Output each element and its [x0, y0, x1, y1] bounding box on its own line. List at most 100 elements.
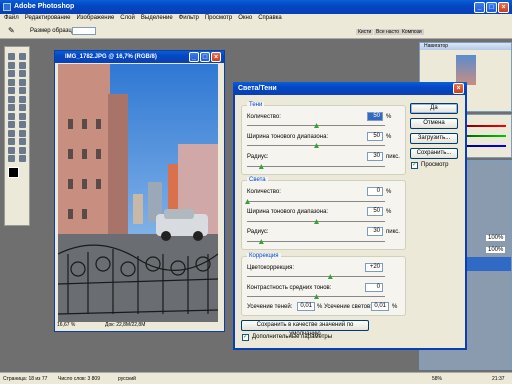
- highlights-group-title: Света: [247, 177, 268, 183]
- color-correction-field[interactable]: +20: [365, 263, 383, 272]
- zoom-readout[interactable]: 16,67 %: [57, 322, 75, 328]
- palette-tab-brushes[interactable]: Кисти: [356, 29, 374, 35]
- dialog-title: Света/Тени: [238, 85, 277, 92]
- palette-tab-tool-presets[interactable]: Все насто: [374, 29, 402, 35]
- highlights-amount-slider[interactable]: [245, 199, 385, 204]
- menu-item-4[interactable]: Выделение: [141, 15, 173, 21]
- tool-icon[interactable]: [8, 87, 15, 94]
- status-page: Страница: 18 из 77: [3, 376, 48, 382]
- tool-icon[interactable]: [8, 70, 15, 77]
- highlights-tonal-field[interactable]: 50: [367, 207, 383, 216]
- dialog-close-button[interactable]: ×: [453, 83, 464, 94]
- menu-item-5[interactable]: Фильтр: [179, 15, 199, 21]
- shadows-tonal-field[interactable]: 50: [367, 132, 383, 141]
- highlights-radius-slider[interactable]: [247, 239, 385, 244]
- highlights-radius-unit: пикс.: [386, 229, 400, 235]
- toolbox: [4, 46, 30, 226]
- navigator-thumbnail: [456, 55, 476, 85]
- tool-icon[interactable]: [19, 95, 26, 103]
- highlights-amount-unit: %: [386, 189, 392, 195]
- shadows-amount-label: Количество:: [247, 114, 281, 120]
- maximize-button[interactable]: □: [486, 2, 497, 13]
- tool-icon[interactable]: [19, 53, 26, 60]
- tool-icon[interactable]: [8, 61, 15, 69]
- doc-close-button[interactable]: ×: [211, 52, 221, 62]
- menu-item-2[interactable]: Изображение: [76, 15, 114, 21]
- layer-fill[interactable]: 100%: [486, 247, 506, 253]
- more-options-label: Дополнительные параметры: [252, 334, 333, 340]
- tool-icon[interactable]: [8, 78, 15, 86]
- shadows-group-title: Тени: [247, 102, 265, 108]
- tool-icon[interactable]: [19, 146, 26, 154]
- shadows-radius-field[interactable]: 30: [367, 152, 383, 161]
- close-app-button[interactable]: ×: [498, 2, 509, 13]
- tool-icon[interactable]: [19, 129, 26, 137]
- shadows-radius-slider[interactable]: [247, 164, 385, 169]
- cancel-button[interactable]: Отмена: [410, 118, 458, 129]
- tool-icon[interactable]: [8, 155, 15, 162]
- tool-icon[interactable]: [19, 104, 26, 111]
- doc-size-readout: Док: 22,8M/22,8M: [105, 322, 146, 328]
- highlights-radius-field[interactable]: 30: [367, 227, 383, 236]
- midtone-contrast-field[interactable]: 0: [365, 283, 383, 292]
- tool-icon[interactable]: [19, 78, 26, 86]
- ok-button[interactable]: Да: [410, 103, 458, 114]
- clip-black-field[interactable]: 0,01: [297, 302, 315, 311]
- navigator-title[interactable]: Навигатор: [420, 43, 511, 50]
- shadows-amount-slider[interactable]: [247, 123, 385, 128]
- shadows-radius-unit: пикс.: [386, 154, 400, 160]
- menu-item-3[interactable]: Слой: [120, 15, 135, 21]
- highlights-amount-label: Количество:: [247, 189, 281, 195]
- eyedropper-icon[interactable]: ✎: [8, 27, 16, 35]
- app-titlebar: Adobe Photoshop _ □ ×: [0, 0, 512, 14]
- save-as-defaults-button[interactable]: Сохранить в качестве значений по умолчан…: [241, 320, 369, 337]
- menu-item-0[interactable]: Файл: [4, 15, 19, 21]
- tool-icon[interactable]: [8, 53, 15, 60]
- shadows-amount-field[interactable]: 50: [367, 112, 383, 121]
- tool-icon[interactable]: [8, 129, 15, 137]
- menu-item-1[interactable]: Редактирование: [25, 15, 71, 21]
- tool-icon[interactable]: [19, 87, 26, 94]
- doc-maximize-button[interactable]: □: [200, 52, 210, 62]
- menu-item-7[interactable]: Окно: [238, 15, 252, 21]
- tool-icon[interactable]: [19, 138, 26, 145]
- tool-icon[interactable]: [8, 95, 15, 103]
- load-button[interactable]: Загрузить...: [410, 133, 458, 144]
- tool-icon[interactable]: [8, 112, 15, 120]
- taskbar-time: 21:37: [492, 376, 505, 382]
- highlights-tonal-slider[interactable]: [247, 219, 385, 224]
- color-correction-slider[interactable]: [247, 274, 385, 279]
- midtone-contrast-label: Контрастность средних тонов:: [247, 285, 332, 291]
- shadows-radius-label: Радиус:: [247, 154, 269, 160]
- clip-white-unit: %: [392, 304, 398, 310]
- preview-checkbox[interactable]: ✓: [411, 162, 418, 169]
- midtone-contrast-slider[interactable]: [247, 294, 385, 299]
- app-title: Adobe Photoshop: [14, 3, 75, 10]
- photoshop-app-icon: [3, 3, 11, 11]
- menu-item-6[interactable]: Просмотр: [205, 15, 232, 21]
- tool-icon[interactable]: [8, 138, 15, 145]
- save-button[interactable]: Сохранить...: [410, 148, 458, 159]
- tool-icon[interactable]: [19, 61, 26, 69]
- taskbar-zoom[interactable]: 58%: [432, 376, 442, 382]
- sample-size-label: Размер образца:: [30, 28, 77, 34]
- sample-size-select[interactable]: [72, 27, 96, 35]
- foreground-color-swatch[interactable]: [8, 167, 19, 178]
- tool-icon[interactable]: [8, 121, 15, 128]
- palette-tab-comps[interactable]: Компози: [400, 29, 424, 35]
- clip-white-field[interactable]: 0,01: [371, 302, 389, 311]
- layer-opacity[interactable]: 100%: [486, 235, 506, 241]
- tool-icon[interactable]: [19, 121, 26, 128]
- menu-item-8[interactable]: Справка: [258, 15, 282, 21]
- tool-icon[interactable]: [8, 104, 15, 111]
- photo-canvas[interactable]: [58, 64, 218, 322]
- tool-icon[interactable]: [19, 112, 26, 120]
- minimize-button[interactable]: _: [474, 2, 485, 13]
- tool-icon[interactable]: [8, 146, 15, 154]
- shadows-tonal-slider[interactable]: [247, 143, 385, 148]
- more-options-checkbox[interactable]: ✓: [242, 334, 249, 341]
- doc-minimize-button[interactable]: _: [189, 52, 199, 62]
- tool-icon[interactable]: [19, 70, 26, 77]
- tool-icon[interactable]: [19, 155, 26, 162]
- highlights-amount-field[interactable]: 0: [367, 187, 383, 196]
